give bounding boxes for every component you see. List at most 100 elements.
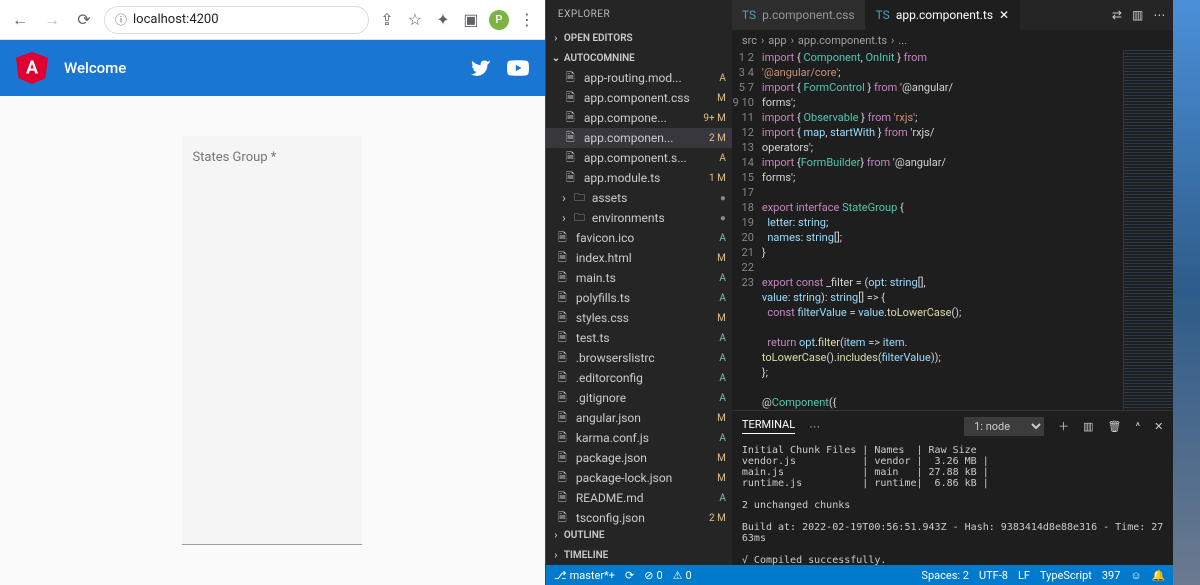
url-bar[interactable]: ⓘ localhost:4200 (104, 6, 369, 34)
git-branch[interactable]: ⎇master*+ (554, 569, 615, 582)
tab-app.component.ts[interactable]: TSapp.component.ts✕ (866, 0, 1021, 30)
file-tsconfig.json[interactable]: 🗎tsconfig.json2 M (546, 508, 732, 525)
file-icon: 🗎 (558, 349, 572, 368)
file-.browserslistrc[interactable]: 🗎.browserslistrcA (546, 348, 732, 368)
folder-environments[interactable]: ›🗀environments● (546, 208, 732, 228)
file-icon: 🗎 (558, 329, 572, 348)
more-actions-icon[interactable]: ⋯ (1153, 8, 1165, 22)
line-gutter: 1 2 3 4 5 7 9 10 11 12 13 14 15 17 18 19… (732, 50, 762, 410)
encoding-indicator[interactable]: UTF-8 (979, 569, 1008, 582)
file-README.md[interactable]: 🗎README.mdA (546, 488, 732, 508)
twitter-icon[interactable] (471, 58, 491, 78)
kill-terminal-icon[interactable]: 🗑 (1108, 420, 1122, 433)
errors-count[interactable]: ⊘ 0 (644, 569, 662, 582)
profile-avatar[interactable]: P (489, 10, 509, 30)
eol-indicator[interactable]: LF (1018, 569, 1030, 582)
terminal-output[interactable]: Initial Chunk Files | Names | Raw Size v… (732, 441, 1173, 565)
file-icon: 🗎 (566, 69, 580, 88)
file-icon: 🗎 (558, 509, 572, 526)
share-icon[interactable]: ⇪ (377, 10, 397, 30)
tab-p.component.css[interactable]: TSp.component.css (732, 0, 866, 30)
file-app-routing.mod...[interactable]: 🗎app-routing.mod...A (546, 68, 732, 88)
app-header: Welcome (0, 40, 545, 96)
reader-icon[interactable]: ▣ (461, 10, 481, 30)
youtube-icon[interactable] (507, 57, 529, 79)
terminal-tab[interactable]: TERMINAL (742, 418, 795, 434)
chevron-right-icon: › (550, 550, 562, 561)
terminal-more-icon[interactable]: ⋯ (809, 420, 820, 433)
split-editor-icon[interactable]: ▥ (1132, 8, 1143, 22)
chevron-down-icon: ⌄ (550, 53, 562, 64)
file-icon: 🗎 (558, 449, 572, 468)
line-indicator[interactable]: 397 (1102, 569, 1121, 582)
file-app.component.css[interactable]: 🗎app.component.cssM (546, 88, 732, 108)
sync-button[interactable]: ⟳ (625, 569, 634, 582)
states-group-input[interactable]: States Group * (182, 136, 362, 545)
ts-icon: TS (876, 8, 890, 22)
file-app.component.s...[interactable]: 🗎app.component.s...A (546, 148, 732, 168)
breadcrumb[interactable]: src › app › app.component.ts › ... (732, 30, 1173, 50)
file-test.ts[interactable]: 🗎test.tsA (546, 328, 732, 348)
file-styles.css[interactable]: 🗎styles.cssM (546, 308, 732, 328)
file-package.json[interactable]: 🗎package.jsonM (546, 448, 732, 468)
file-icon: 🗎 (558, 309, 572, 328)
file-app.componen...[interactable]: 🗎app.componen...2 M (546, 128, 732, 148)
minimap[interactable] (1123, 50, 1173, 410)
browser-window: ← → ⟳ ⓘ localhost:4200 ⇪ ☆ ✦ ▣ P ⋮ Welco… (0, 0, 546, 585)
file-icon: 🗎 (566, 89, 580, 108)
spaces-indicator[interactable]: Spaces: 2 (921, 569, 969, 582)
folder-assets[interactable]: ›🗀assets● (546, 188, 732, 208)
close-icon[interactable]: ✕ (999, 8, 1009, 22)
url-text: localhost:4200 (133, 12, 219, 27)
file-main.ts[interactable]: 🗎main.tsA (546, 268, 732, 288)
editor-area: TSp.component.cssTSapp.component.ts✕⇄▥⋯ … (732, 0, 1173, 565)
file-angular.json[interactable]: 🗎angular.jsonM (546, 408, 732, 428)
file-icon: 🗎 (566, 129, 580, 148)
file-package-lock.json[interactable]: 🗎package-lock.jsonM (546, 468, 732, 488)
extensions-icon[interactable]: ✦ (433, 10, 453, 30)
chevron-right-icon: › (558, 211, 570, 225)
file-icon: 🗎 (558, 229, 572, 248)
outline-section[interactable]: ›OUTLINE (546, 525, 732, 545)
compare-icon[interactable]: ⇄ (1112, 8, 1122, 22)
code-content[interactable]: import { Component, OnInit } from '@angu… (762, 50, 1123, 410)
chevron-right-icon: › (550, 530, 562, 541)
vscode-window: EXPLORER ›OPEN EDITORS ⌄AUTOCOMNINE 🗎app… (546, 0, 1173, 585)
close-terminal-icon[interactable]: ✕ (1154, 420, 1163, 433)
notifications-icon[interactable]: 🔔 (1152, 569, 1166, 582)
file-icon: 🗎 (566, 169, 580, 188)
file-icon: 🗎 (558, 489, 572, 508)
file-icon: 🗎 (566, 149, 580, 168)
warnings-count[interactable]: ⚠ 0 (673, 569, 692, 582)
back-button[interactable]: ← (8, 8, 32, 32)
file-karma.conf.js[interactable]: 🗎karma.conf.jsA (546, 428, 732, 448)
file-.gitignore[interactable]: 🗎.gitignoreA (546, 388, 732, 408)
explorer-title: EXPLORER (546, 0, 732, 28)
file-icon: 🗎 (566, 109, 580, 128)
bookmark-icon[interactable]: ☆ (405, 10, 425, 30)
new-terminal-icon[interactable]: ＋ (1058, 418, 1069, 434)
file-favicon.ico[interactable]: 🗎favicon.icoA (546, 228, 732, 248)
chevron-right-icon: › (550, 33, 562, 44)
code-editor[interactable]: 1 2 3 4 5 7 9 10 11 12 13 14 15 17 18 19… (732, 50, 1173, 410)
forward-button[interactable]: → (40, 8, 64, 32)
file-.editorconfig[interactable]: 🗎.editorconfigA (546, 368, 732, 388)
file-icon: 🗎 (558, 409, 572, 428)
terminal-dropdown[interactable]: 1: node (964, 417, 1044, 436)
project-section[interactable]: ⌄AUTOCOMNINE (546, 48, 732, 68)
chevron-right-icon: › (558, 191, 570, 205)
file-index.html[interactable]: 🗎index.htmlM (546, 248, 732, 268)
maximize-terminal-icon[interactable]: ^ (1136, 420, 1141, 433)
reload-button[interactable]: ⟳ (72, 8, 96, 32)
feedback-icon[interactable]: ☺ (1130, 569, 1141, 582)
split-terminal-icon[interactable]: ▥ (1083, 420, 1093, 433)
open-editors-section[interactable]: ›OPEN EDITORS (546, 28, 732, 48)
file-polyfills.ts[interactable]: 🗎polyfills.tsA (546, 288, 732, 308)
file-icon: 🗎 (558, 249, 572, 268)
timeline-section[interactable]: ›TIMELINE (546, 545, 732, 565)
file-icon: 🗎 (558, 369, 572, 388)
file-app.module.ts[interactable]: 🗎app.module.ts1 M (546, 168, 732, 188)
menu-icon[interactable]: ⋮ (517, 10, 537, 30)
file-app.compone...[interactable]: 🗎app.compone...9+ M (546, 108, 732, 128)
language-indicator[interactable]: TypeScript (1040, 569, 1092, 582)
